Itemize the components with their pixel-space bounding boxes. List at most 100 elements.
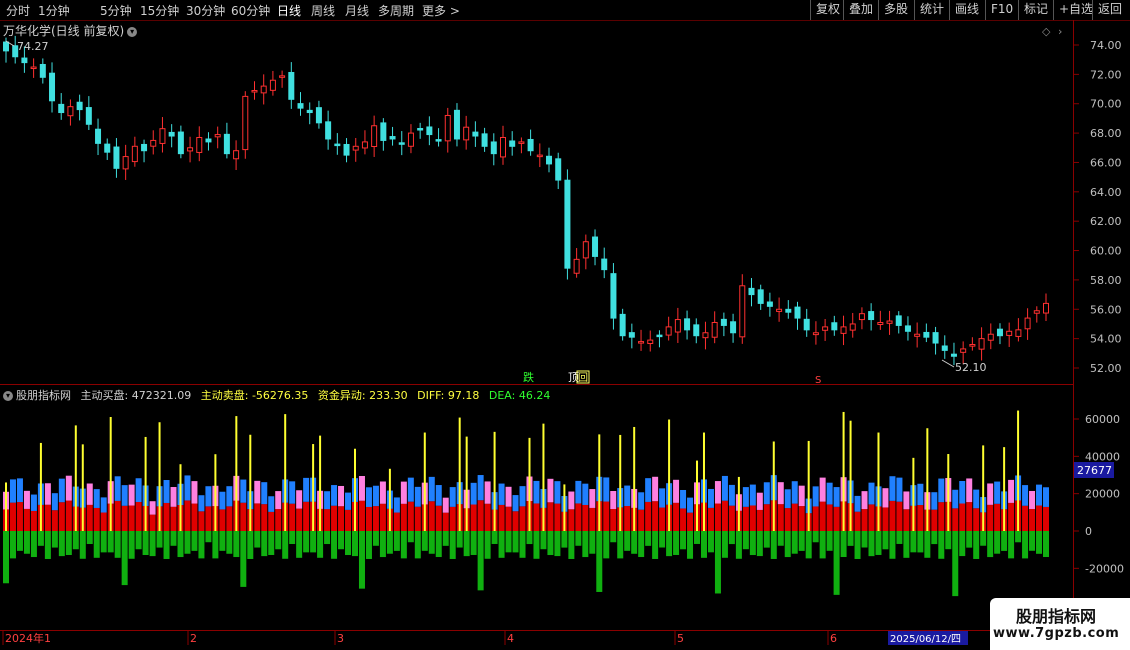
- sell-bar: [756, 531, 763, 557]
- sell-bar: [589, 531, 596, 554]
- indicator-field-sell: 主动卖盘: -56276.35: [200, 389, 309, 402]
- period-tab-fenshi[interactable]: 分时: [6, 2, 30, 19]
- flow-bar: [833, 487, 840, 507]
- candle-body: [886, 320, 893, 324]
- candle-body: [996, 328, 1003, 337]
- spike-bar: [465, 436, 468, 531]
- sell-bar: [728, 531, 735, 545]
- candlesticks: [3, 35, 1049, 366]
- period-tab-weekly[interactable]: 周线: [311, 2, 335, 19]
- flow-bar: [1036, 484, 1043, 506]
- flow-bar: [882, 488, 889, 508]
- scroll-right-icon: ›: [1058, 25, 1062, 38]
- flow-bar: [875, 486, 882, 507]
- candle-body: [739, 285, 746, 338]
- max-price-label: 74.27: [17, 40, 49, 53]
- flow-bar: [638, 492, 645, 510]
- buy-bar: [170, 506, 177, 531]
- sell-bar: [707, 531, 714, 553]
- candle-body: [647, 339, 654, 344]
- buy-bar: [310, 501, 317, 531]
- period-tab-multi[interactable]: 多周期: [378, 2, 414, 19]
- chevron-down-icon[interactable]: ▾: [127, 26, 138, 37]
- sell-bar: [296, 531, 303, 558]
- buy-bar: [421, 504, 428, 531]
- statistics-button[interactable]: 统计: [914, 0, 949, 20]
- sell-bar: [652, 531, 659, 559]
- sell-bar: [44, 531, 51, 559]
- flow-bar: [924, 492, 931, 510]
- mark-button[interactable]: 标记: [1018, 0, 1053, 20]
- buy-bar: [512, 511, 519, 531]
- overlay-button[interactable]: 叠加: [843, 0, 878, 20]
- current-value-badge: [1074, 462, 1114, 478]
- period-tab-60min[interactable]: 60分钟: [231, 2, 270, 19]
- buy-bar: [156, 506, 163, 531]
- period-tab-monthly[interactable]: 月线: [345, 2, 369, 19]
- buy-bar: [30, 510, 37, 531]
- buy-bar: [65, 500, 72, 531]
- flow-bar: [763, 482, 770, 505]
- sell-bar: [603, 531, 610, 559]
- spike-bar: [849, 420, 852, 531]
- sell-bar: [777, 531, 784, 546]
- candle-body: [592, 236, 599, 257]
- adjust-button[interactable]: 复权: [810, 0, 845, 20]
- flow-bar: [498, 483, 505, 505]
- flow-bar: [714, 481, 721, 504]
- buy-bar: [1008, 502, 1015, 531]
- back-button[interactable]: 返回: [1092, 0, 1127, 20]
- sell-bar: [3, 531, 9, 584]
- candle-body: [279, 75, 286, 78]
- period-tab-1min[interactable]: 1分钟: [38, 2, 70, 19]
- time-tick-label: 4: [507, 632, 514, 645]
- buy-bar: [687, 512, 694, 531]
- buy-bar: [275, 509, 282, 531]
- buy-bar: [714, 503, 721, 531]
- indicator-field-dea: DEA: 46.24: [488, 389, 551, 402]
- flow-bar: [938, 478, 945, 503]
- flow-bar: [994, 481, 1001, 504]
- sell-bar: [58, 531, 65, 557]
- buy-bar: [707, 507, 714, 531]
- chevron-down-icon[interactable]: ▾: [3, 391, 13, 401]
- spike-bar: [249, 434, 252, 531]
- candle-body: [426, 126, 433, 136]
- indicator-bars: [3, 410, 1049, 597]
- buy-bar: [1001, 509, 1008, 531]
- buy-bar: [149, 514, 156, 531]
- sell-bar: [30, 531, 37, 558]
- sell-bar: [575, 531, 582, 546]
- spike-bar: [807, 440, 810, 531]
- flow-bar: [512, 495, 519, 512]
- candle-body: [684, 318, 691, 331]
- buy-bar: [1036, 505, 1043, 531]
- buy-bar: [254, 503, 261, 531]
- sell-bar: [86, 531, 93, 545]
- buy-bar: [833, 506, 840, 531]
- f10-button[interactable]: F10: [985, 0, 1018, 20]
- sell-bar: [303, 531, 310, 553]
- candle-body: [472, 131, 479, 137]
- period-tab-5min[interactable]: 5分钟: [100, 2, 132, 19]
- period-tab-30min[interactable]: 30分钟: [186, 2, 225, 19]
- candle-body: [582, 241, 589, 259]
- flow-bar: [533, 480, 540, 504]
- multi-stock-button[interactable]: 多股: [878, 0, 913, 20]
- draw-line-button[interactable]: 画线: [949, 0, 984, 20]
- flow-bar: [735, 494, 742, 511]
- candle-body: [131, 145, 138, 163]
- candle-body: [720, 318, 727, 326]
- more-periods-menu[interactable]: 更多 >: [422, 2, 460, 19]
- indicator-axis: 60000 40000 20000 0 -20000: [1073, 413, 1124, 575]
- flow-bar: [135, 478, 142, 502]
- period-tab-15min[interactable]: 15分钟: [140, 2, 179, 19]
- candle-body: [546, 155, 553, 165]
- buy-bar: [924, 509, 931, 531]
- sell-bar: [673, 531, 680, 555]
- flow-bar: [219, 491, 226, 510]
- period-tab-daily[interactable]: 日线: [277, 2, 301, 19]
- buy-bar: [931, 509, 938, 531]
- buy-bar: [268, 511, 275, 531]
- candle-body: [858, 313, 865, 321]
